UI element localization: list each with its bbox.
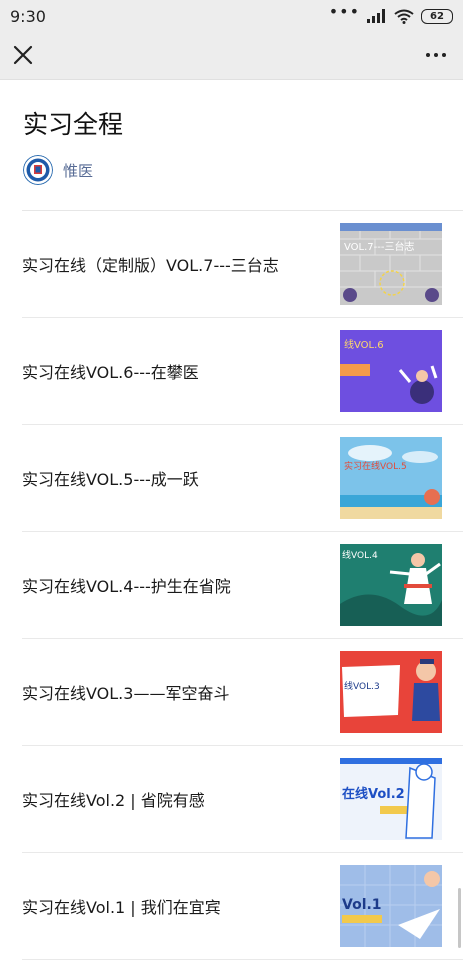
list-item-title[interactable]: 实习在线Vol.2 | 省院有感	[22, 787, 205, 811]
list-item[interactable]: 实习在线Vol.1 | 我们在宜宾 Vol.1	[22, 853, 463, 960]
list-item[interactable]: 实习在线VOL.6---在攀医 线VOL.6	[22, 318, 463, 425]
signal-icon	[367, 9, 385, 23]
scrollbar[interactable]	[458, 888, 461, 948]
nav-bar	[0, 32, 463, 80]
list-item-title[interactable]: 实习在线VOL.5---成一跃	[22, 466, 199, 490]
thumb-text: 在线Vol.2	[342, 786, 405, 802]
notification-dots-icon: •••	[328, 2, 360, 21]
close-icon	[13, 45, 33, 65]
close-button[interactable]	[10, 42, 36, 68]
thumb-text: VOL.7---三台志	[344, 240, 414, 253]
list-item[interactable]: 实习在线VOL.3——军空奋斗 线VOL.3	[22, 639, 463, 746]
author-name[interactable]: 惟医	[63, 160, 93, 181]
thumbnail-image[interactable]: 实习在线VOL.5	[340, 437, 442, 519]
thumbnail-image[interactable]: 在线Vol.2	[340, 758, 442, 840]
wifi-icon	[394, 9, 414, 24]
more-dot-icon	[442, 53, 446, 57]
list-item-title[interactable]: 实习在线VOL.6---在攀医	[22, 359, 199, 383]
battery-icon: 62	[421, 8, 453, 24]
avatar	[23, 155, 53, 185]
thumbnail-image[interactable]: VOL.7---三台志	[340, 223, 442, 305]
thumbnail-image[interactable]: 线VOL.6	[340, 330, 442, 412]
battery-level: 62	[430, 10, 444, 22]
article-list: 实习在线（定制版）VOL.7---三台志 VOL.7---三台志 实习在线VOL…	[22, 210, 463, 960]
list-item-title[interactable]: 实习在线VOL.3——军空奋斗	[22, 680, 229, 704]
list-item-title[interactable]: 实习在线Vol.1 | 我们在宜宾	[22, 894, 221, 918]
more-dot-icon	[426, 53, 430, 57]
list-item[interactable]: 实习在线VOL.5---成一跃 实习在线VOL.5	[22, 425, 463, 532]
thumbnail-image[interactable]: Vol.1	[340, 865, 442, 947]
thumbnail-image[interactable]: 线VOL.3	[340, 651, 442, 733]
list-item[interactable]: 实习在线VOL.4---护生在省院 线VOL.4	[22, 532, 463, 639]
list-item-title[interactable]: 实习在线VOL.4---护生在省院	[22, 573, 231, 597]
more-dot-icon	[434, 53, 438, 57]
thumb-text: 线VOL.6	[344, 338, 384, 351]
page-title: 实习全程	[23, 110, 124, 139]
list-item-title[interactable]: 实习在线（定制版）VOL.7---三台志	[22, 252, 279, 276]
list-item[interactable]: 实习在线（定制版）VOL.7---三台志 VOL.7---三台志	[22, 211, 463, 318]
status-time: 9:30	[10, 6, 46, 26]
thumb-text: 线VOL.4	[342, 549, 378, 561]
more-button[interactable]	[423, 44, 449, 66]
thumb-text: Vol.1	[342, 897, 382, 913]
author-row[interactable]: 惟医	[23, 155, 93, 185]
thumb-text: 线VOL.3	[344, 680, 380, 692]
list-item[interactable]: 实习在线Vol.2 | 省院有感 在线Vol.2	[22, 746, 463, 853]
status-bar: 9:30 ••• 62	[0, 0, 463, 32]
thumb-text: 实习在线VOL.5	[344, 460, 407, 472]
thumbnail-image[interactable]: 线VOL.4	[340, 544, 442, 626]
